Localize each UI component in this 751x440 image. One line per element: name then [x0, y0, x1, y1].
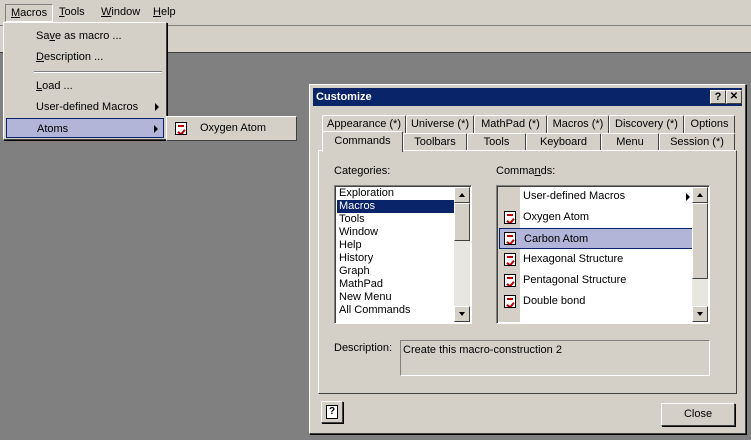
categories-listbox[interactable]: Exploration Macros Tools Window Help His…: [334, 185, 472, 324]
menu-window[interactable]: Window: [96, 4, 145, 22]
scroll-down-button[interactable]: [454, 306, 470, 322]
chevron-up-icon: [697, 193, 703, 197]
tab-menu[interactable]: Menu: [601, 133, 659, 151]
help-icon-button[interactable]: ?: [321, 401, 343, 423]
close-button[interactable]: Close: [661, 403, 735, 426]
commands-scrollbar[interactable]: [692, 187, 708, 322]
tab-keyboard[interactable]: Keyboard: [526, 133, 601, 151]
chevron-down-icon: [459, 312, 465, 316]
submenu-arrow-icon: [155, 103, 159, 111]
tab-universe[interactable]: Universe (*): [406, 115, 474, 133]
description-label: Description:: [334, 342, 393, 354]
tab-mathpad[interactable]: MathPad (*): [474, 115, 547, 133]
dialog-title: Customize: [316, 91, 372, 103]
menu-item-save-as-macro[interactable]: Save as macro ...: [6, 26, 164, 46]
description-field: Create this macro-construction 2: [400, 340, 710, 376]
category-item[interactable]: Graph: [337, 265, 455, 278]
close-icon[interactable]: ✕: [726, 90, 742, 104]
category-item[interactable]: History: [337, 252, 455, 265]
scroll-up-button[interactable]: [692, 187, 708, 203]
category-item[interactable]: MathPad: [337, 278, 455, 291]
macro-icon: [504, 211, 516, 224]
commands-tab-panel: Categories: Commands: Exploration Macros…: [318, 150, 737, 394]
tab-commands[interactable]: Commands: [322, 131, 403, 152]
menu-item-description[interactable]: Description ...: [6, 47, 164, 67]
customize-dialog: Customize ? ✕ Appearance (*) Universe (*…: [309, 84, 746, 434]
scroll-down-button[interactable]: [692, 306, 708, 322]
category-item[interactable]: All Commands: [337, 304, 455, 317]
tab-options[interactable]: Options: [684, 115, 735, 133]
menu-separator: [34, 71, 162, 73]
category-item[interactable]: Exploration: [337, 187, 455, 200]
tab-macros[interactable]: Macros (*): [547, 115, 609, 133]
chevron-down-icon: [697, 312, 703, 316]
menu-item-load[interactable]: Load ...: [6, 76, 164, 96]
submenu-arrow-icon: [686, 193, 690, 201]
command-item-double-bond[interactable]: Double bond: [499, 291, 693, 312]
scroll-up-button[interactable]: [454, 187, 470, 203]
macros-dropdown-menu: Save as macro ... Description ... Load .…: [3, 22, 167, 140]
menu-item-atoms[interactable]: Atoms: [6, 118, 164, 138]
dialog-titlebar: Customize ? ✕: [313, 88, 742, 106]
tab-tools[interactable]: Tools: [467, 133, 526, 151]
category-item[interactable]: New Menu: [337, 291, 455, 304]
command-item-user-defined-macros[interactable]: User-defined Macros: [499, 186, 693, 207]
submenu-arrow-icon: [154, 125, 158, 133]
chevron-up-icon: [459, 193, 465, 197]
command-item-pentagonal-structure[interactable]: Pentagonal Structure: [499, 270, 693, 291]
tab-session[interactable]: Session (*): [659, 133, 735, 151]
menu-item-user-defined-macros[interactable]: User-defined Macros: [6, 97, 164, 117]
category-item[interactable]: Window: [337, 226, 455, 239]
atoms-submenu: Oxygen Atom: [166, 116, 297, 141]
categories-label: Categories:: [334, 165, 391, 177]
help-icon: ?: [326, 405, 338, 419]
menu-tools[interactable]: Tools: [54, 4, 90, 22]
macro-icon: [504, 253, 516, 266]
submenu-item-oxygen-atom[interactable]: Oxygen Atom: [200, 122, 266, 134]
macro-icon: [504, 274, 516, 287]
macro-icon: [504, 295, 516, 308]
tab-discovery[interactable]: Discovery (*): [609, 115, 684, 133]
commands-label: Commands:: [496, 165, 556, 177]
macro-icon: [504, 232, 516, 245]
command-item-carbon-atom[interactable]: Carbon Atom: [499, 228, 693, 249]
command-item-hexagonal-structure[interactable]: Hexagonal Structure: [499, 249, 693, 270]
categories-scrollbar[interactable]: [454, 187, 470, 322]
commands-listbox[interactable]: User-defined Macros Oxygen Atom Carbon A…: [496, 185, 710, 324]
tab-toolbars[interactable]: Toolbars: [403, 133, 467, 151]
menu-help[interactable]: Help: [148, 4, 181, 22]
category-item-selected[interactable]: Macros: [337, 200, 455, 213]
scroll-thumb[interactable]: [692, 203, 708, 279]
macro-icon: [175, 122, 187, 135]
scroll-thumb[interactable]: [454, 203, 470, 241]
help-button[interactable]: ?: [710, 90, 726, 104]
category-item[interactable]: Help: [337, 239, 455, 252]
menu-macros[interactable]: Macros: [5, 4, 54, 22]
command-item-oxygen-atom[interactable]: Oxygen Atom: [499, 207, 693, 228]
category-item[interactable]: Tools: [337, 213, 455, 226]
